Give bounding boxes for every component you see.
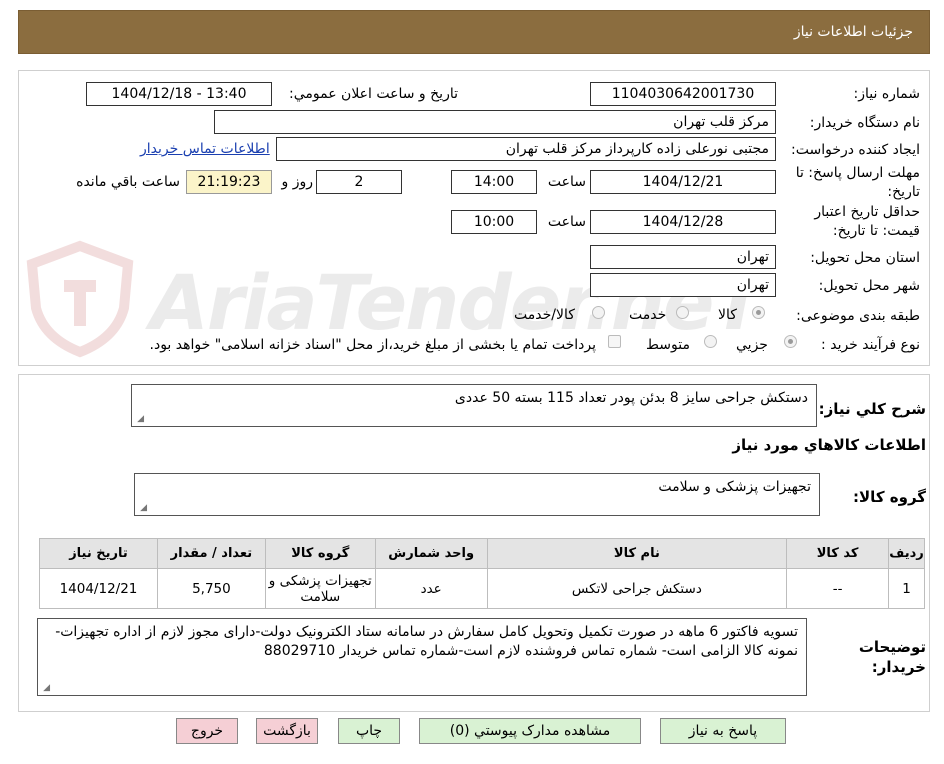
- goods-table: رديف کد کالا نام کالا واحد شمارش گروه کا…: [39, 538, 925, 609]
- col-item-group: گروه کالا: [264, 538, 376, 569]
- goods-table-header: رديف کد کالا نام کالا واحد شمارش گروه کا…: [39, 538, 925, 569]
- category-service-label: خدمت: [629, 307, 667, 323]
- treasury-payment-note: پرداخت تمام يا بخشی از مبلغ خريد،از محل …: [149, 337, 596, 353]
- city-field: تهران: [590, 273, 776, 297]
- requester-label: ايجاد کننده درخواست:: [791, 142, 920, 158]
- validity-time-label: ساعت: [547, 214, 586, 230]
- deadline-label: مهلت ارسال پاسخ: تا: [795, 165, 920, 181]
- category-goods-radio[interactable]: [752, 306, 765, 319]
- treasury-payment-checkbox[interactable]: [608, 335, 621, 348]
- need-number-label: شماره نياز:: [853, 86, 921, 102]
- process-medium-radio[interactable]: [704, 335, 717, 348]
- cell-quantity: 5,750: [156, 568, 266, 609]
- page-title: جزئيات اطلاعات نياز: [793, 24, 913, 40]
- col-item-name: نام کالا: [486, 538, 788, 569]
- requester-field: مجتبی نورعلی زاده کارپرداز مرکز قلب تهرا…: [276, 137, 776, 161]
- buyer-notes-textarea[interactable]: تسویه فاکتور 6 ماهه در صورت تکمیل وتحویل…: [37, 618, 807, 696]
- category-goods-service-label: کالا/خدمت: [514, 307, 575, 323]
- process-medium-label: متوسط: [646, 337, 690, 353]
- exit-button[interactable]: خروج: [176, 718, 238, 744]
- col-unit: واحد شمارش: [374, 538, 488, 569]
- buyer-org-label: نام دستگاه خريدار:: [809, 115, 920, 131]
- summary-label: شرح کلي نياز:: [818, 400, 926, 418]
- col-item-code: کد کالا: [786, 538, 890, 569]
- buyer-notes-label: توضيحات: [858, 638, 926, 656]
- deadline-label-2: تاريخ:: [887, 184, 920, 200]
- cell-item-name: دستکش جراحی لاتکس: [486, 568, 788, 609]
- days-label: روز و: [281, 174, 314, 190]
- category-service-radio[interactable]: [676, 306, 689, 319]
- validity-label: حداقل تاريخ اعتبار: [814, 204, 920, 220]
- goods-info-title: اطلاعات کالاهاي مورد نياز: [732, 436, 926, 454]
- province-label: استان محل تحويل:: [810, 250, 920, 266]
- goods-group-textarea[interactable]: تجهيزات پزشکی و سلامت ◢: [134, 473, 820, 516]
- resize-handle-icon[interactable]: ◢: [135, 415, 144, 424]
- deadline-date-field: 1404/12/21: [590, 170, 776, 194]
- col-row-number: رديف: [888, 538, 925, 569]
- print-button[interactable]: چاپ: [338, 718, 400, 744]
- summary-text: دستکش جراحی سایز 8 بدئن پودر تعداد 115 ب…: [454, 390, 808, 406]
- buyer-contact-link[interactable]: اطلاعات تماس خريدار: [140, 141, 270, 157]
- table-row: 1 -- دستکش جراحی لاتکس عدد تجهيزات پزشکی…: [39, 568, 925, 609]
- cell-item-group: تجهيزات پزشکی و سلامت: [264, 568, 376, 609]
- remaining-time-field: 21:19:23: [186, 170, 272, 194]
- category-goods-service-radio[interactable]: [592, 306, 605, 319]
- remaining-time-label: ساعت باقي مانده: [76, 174, 180, 190]
- process-minor-radio[interactable]: [784, 335, 797, 348]
- page-header: جزئيات اطلاعات نياز: [18, 10, 930, 54]
- deadline-time-field: 14:00: [451, 170, 537, 194]
- deadline-time-label: ساعت: [547, 174, 586, 190]
- col-need-date: تاريخ نياز: [39, 538, 158, 569]
- validity-date-field: 1404/12/28: [590, 210, 776, 234]
- need-number-field: 1104030642001730: [590, 82, 776, 106]
- back-button[interactable]: بازگشت: [256, 718, 318, 744]
- process-minor-label: جزيي: [736, 337, 768, 353]
- cell-unit: عدد: [374, 568, 488, 609]
- resize-handle-icon[interactable]: ◢: [138, 504, 147, 513]
- city-label: شهر محل تحويل:: [818, 278, 920, 294]
- province-field: تهران: [590, 245, 776, 269]
- resize-handle-icon[interactable]: ◢: [41, 684, 50, 693]
- validity-label-2: قيمت: تا تاريخ:: [832, 223, 920, 239]
- cell-item-code: --: [786, 568, 890, 609]
- cell-row-number: 1: [888, 568, 925, 609]
- view-attachments-button[interactable]: مشاهده مدارک پيوستي (0): [419, 718, 641, 744]
- cell-need-date: 1404/12/21: [39, 568, 158, 609]
- process-type-label: نوع فرآيند خريد :: [821, 337, 920, 353]
- category-label: طبقه بندی موضوعی:: [796, 308, 920, 324]
- goods-group-label: گروه کالا:: [853, 488, 926, 506]
- category-goods-label: کالا: [718, 307, 737, 323]
- buyer-org-field: مرکز قلب تهران: [214, 110, 776, 134]
- buyer-notes-text: تسویه فاکتور 6 ماهه در صورت تکمیل وتحویل…: [55, 624, 798, 659]
- goods-group-text: تجهيزات پزشکی و سلامت: [658, 479, 811, 495]
- buyer-notes-label-2: خريدار:: [871, 658, 926, 676]
- days-remaining-field: 2: [316, 170, 402, 194]
- announce-datetime-field: 1404/12/18 - 13:40: [86, 82, 272, 106]
- reply-button[interactable]: پاسخ به نياز: [660, 718, 786, 744]
- validity-time-field: 10:00: [451, 210, 537, 234]
- announce-datetime-label: تاريخ و ساعت اعلان عمومي:: [289, 86, 458, 102]
- col-quantity: تعداد / مقدار: [156, 538, 266, 569]
- summary-textarea[interactable]: دستکش جراحی سایز 8 بدئن پودر تعداد 115 ب…: [131, 384, 817, 427]
